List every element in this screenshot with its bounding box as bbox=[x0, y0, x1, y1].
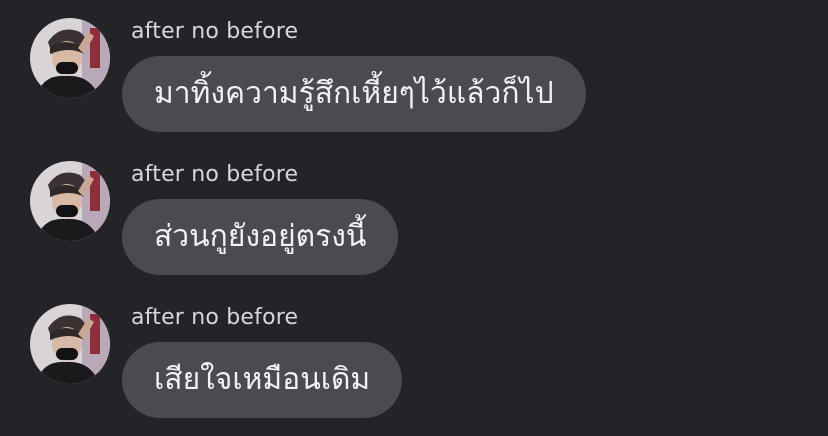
avatar-photo-icon bbox=[30, 161, 110, 241]
avatar[interactable] bbox=[30, 161, 110, 241]
message-row: after no before เสียใจเหมือนเดิม bbox=[0, 286, 828, 429]
sender-name: after no before bbox=[131, 19, 299, 44]
message-bubble[interactable]: เสียใจเหมือนเดิม bbox=[122, 342, 403, 418]
avatar[interactable] bbox=[30, 18, 110, 98]
avatar-photo-icon bbox=[30, 304, 110, 384]
avatar[interactable] bbox=[30, 304, 110, 384]
message-row: after no before มาทิ้งความรู้สึกเหี้ยๆไว… bbox=[0, 0, 828, 143]
message-row: after no before ส่วนกูยังอยู่ตรงนี้ bbox=[0, 143, 828, 286]
sender-name: after no before bbox=[131, 162, 299, 187]
message-bubble[interactable]: มาทิ้งความรู้สึกเหี้ยๆไว้แล้วก็ไป bbox=[122, 56, 586, 132]
chat-thread: after no before มาทิ้งความรู้สึกเหี้ยๆไว… bbox=[0, 0, 828, 436]
message-bubble[interactable]: ส่วนกูยังอยู่ตรงนี้ bbox=[122, 199, 399, 275]
avatar-photo-icon bbox=[30, 18, 110, 98]
sender-name: after no before bbox=[131, 305, 299, 330]
